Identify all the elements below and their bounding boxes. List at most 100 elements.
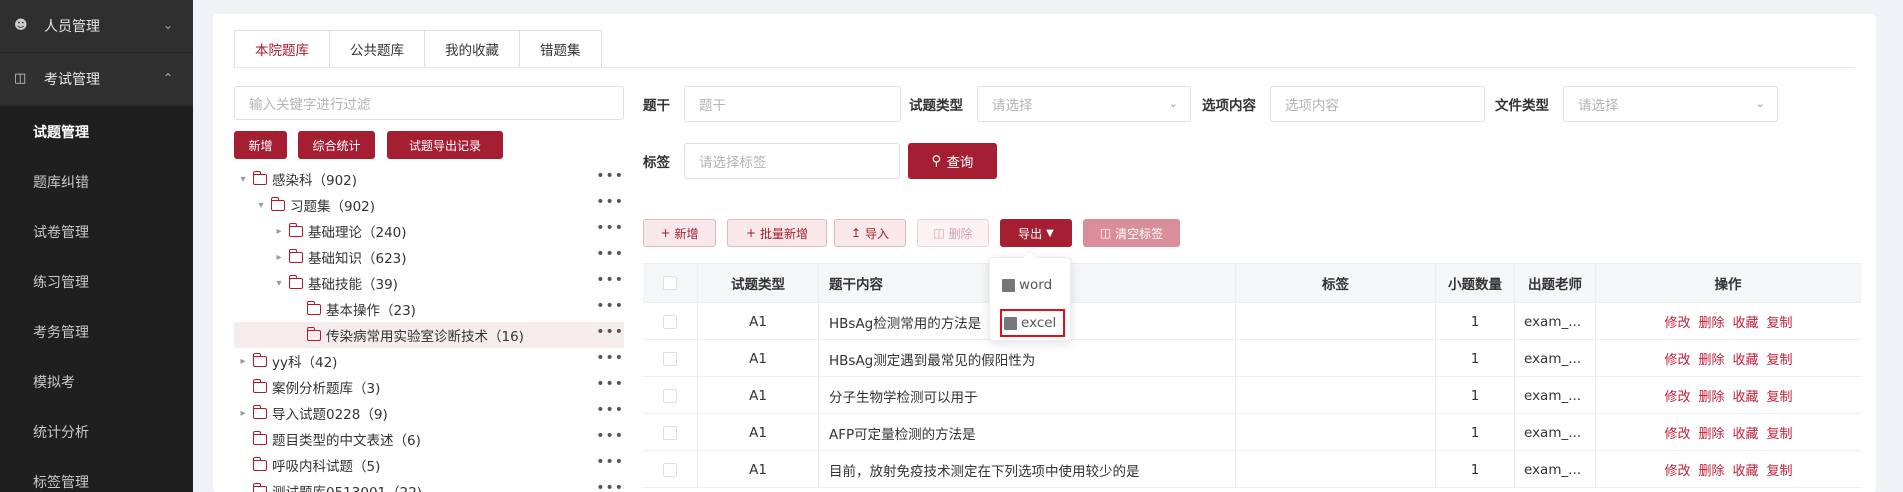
tree-node[interactable]: 题目类型的中文表述（6) ••• bbox=[234, 426, 624, 452]
more-icon[interactable]: ••• bbox=[596, 400, 624, 426]
more-icon[interactable]: ••• bbox=[596, 374, 624, 400]
edit-link[interactable]: 修改 bbox=[1664, 423, 1690, 442]
favorite-link[interactable]: 收藏 bbox=[1733, 423, 1759, 442]
add-category-button[interactable]: 新增 bbox=[234, 131, 287, 159]
caret-right-icon[interactable]: ▸ bbox=[236, 356, 250, 367]
type-select[interactable]: 请选择 ⌄ bbox=[977, 86, 1191, 122]
delete-link[interactable]: 删除 bbox=[1698, 460, 1724, 479]
copy-link[interactable]: 复制 bbox=[1767, 423, 1793, 442]
delete-link[interactable]: 删除 bbox=[1698, 423, 1724, 442]
caret-right-icon[interactable]: ▸ bbox=[236, 408, 250, 419]
more-icon[interactable]: ••• bbox=[596, 478, 624, 492]
caret-right-icon[interactable]: ▸ bbox=[272, 226, 286, 237]
export-dropdown-button[interactable]: 导出 ▼ bbox=[1000, 219, 1072, 247]
more-icon[interactable]: ••• bbox=[596, 244, 624, 270]
tree-node[interactable]: ▾ 习题集（902) ••• bbox=[234, 192, 624, 218]
sidebar-item-bank-correction[interactable]: 题库纠错 bbox=[0, 157, 193, 207]
edit-link[interactable]: 修改 bbox=[1664, 349, 1690, 368]
copy-link[interactable]: 复制 bbox=[1767, 312, 1793, 331]
tree-node[interactable]: 案例分析题库（3) ••• bbox=[234, 374, 624, 400]
edit-link[interactable]: 修改 bbox=[1664, 460, 1690, 479]
tree-filter-input[interactable]: 输入关键字进行过滤 bbox=[234, 86, 624, 120]
clear-tags-button[interactable]: ◫ 清空标签 bbox=[1083, 219, 1180, 247]
more-icon[interactable]: ••• bbox=[596, 218, 624, 244]
more-icon[interactable]: ••• bbox=[596, 322, 624, 348]
select-all-checkbox[interactable] bbox=[663, 276, 677, 290]
tag-select[interactable]: 请选择标签 bbox=[684, 143, 900, 179]
import-button[interactable]: ↥ 导入 bbox=[834, 219, 906, 247]
tree-node[interactable]: 基本操作（23) ••• bbox=[234, 296, 624, 322]
batch-add-button[interactable]: + 批量新增 bbox=[727, 219, 827, 247]
favorite-link[interactable]: 收藏 bbox=[1733, 349, 1759, 368]
tree-node[interactable]: ▸ 基础知识（623) ••• bbox=[234, 244, 624, 270]
table-row[interactable]: A1 HBsAg检测常用的方法是 1 exam_... 修改 删除 收藏 复制 bbox=[643, 303, 1861, 340]
more-icon[interactable]: ••• bbox=[596, 192, 624, 218]
sidebar-item-tag-manage[interactable]: 标签管理 bbox=[0, 457, 193, 492]
edit-link[interactable]: 修改 bbox=[1664, 312, 1690, 331]
sidebar-item-practice-manage[interactable]: 练习管理 bbox=[0, 257, 193, 307]
export-word-item[interactable]: word bbox=[1002, 273, 1052, 297]
sidebar-group-exam[interactable]: ◫ 考试管理 ⌃ bbox=[0, 53, 193, 105]
tree-node[interactable]: 呼吸内科试题（5) ••• bbox=[234, 452, 624, 478]
delete-link[interactable]: 删除 bbox=[1698, 349, 1724, 368]
favorite-link[interactable]: 收藏 bbox=[1733, 312, 1759, 331]
table-row[interactable]: A1 分子生物学检测可以用于 1 exam_... 修改 删除 收藏 复制 bbox=[643, 377, 1861, 414]
tab-hospital-bank[interactable]: 本院题库 bbox=[234, 30, 329, 68]
book-icon: ◫ bbox=[14, 71, 27, 86]
type-select-value: 请选择 bbox=[992, 98, 1033, 114]
tree-node[interactable]: ▸ yy科（42) ••• bbox=[234, 348, 624, 374]
tree-node[interactable]: ▾ 感染科（902) ••• bbox=[234, 166, 624, 192]
more-icon[interactable]: ••• bbox=[596, 270, 624, 296]
option-input[interactable]: 选项内容 bbox=[1270, 86, 1485, 122]
copy-link[interactable]: 复制 bbox=[1767, 460, 1793, 479]
copy-link[interactable]: 复制 bbox=[1767, 349, 1793, 368]
tree-node[interactable]: ▸ 基础理论（240) ••• bbox=[234, 218, 624, 244]
add-button[interactable]: + 新增 bbox=[643, 219, 716, 247]
overall-stats-button[interactable]: 综合统计 bbox=[298, 131, 375, 159]
caret-down-icon[interactable]: ▾ bbox=[272, 278, 286, 289]
stem-input[interactable]: 题干 bbox=[684, 86, 901, 122]
edit-link[interactable]: 修改 bbox=[1664, 386, 1690, 405]
favorite-link[interactable]: 收藏 bbox=[1733, 386, 1759, 405]
caret-down-icon[interactable]: ▾ bbox=[236, 174, 250, 185]
favorite-link[interactable]: 收藏 bbox=[1733, 460, 1759, 479]
sidebar-item-exam-affairs[interactable]: 考务管理 bbox=[0, 307, 193, 357]
tab-public-bank[interactable]: 公共题库 bbox=[329, 30, 424, 68]
more-icon[interactable]: ••• bbox=[596, 452, 624, 478]
tab-my-favorites[interactable]: 我的收藏 bbox=[424, 30, 519, 68]
table-row[interactable]: A1 HBsAg测定遇到最常见的假阳性为 1 exam_... 修改 删除 收藏 复制 bbox=[643, 340, 1861, 377]
sidebar-item-question-manage[interactable]: 试题管理 bbox=[0, 107, 193, 157]
caret-down-icon[interactable]: ▾ bbox=[254, 200, 268, 211]
sidebar-item-statistics[interactable]: 统计分析 bbox=[0, 407, 193, 457]
tab-wrong-set[interactable]: 错题集 bbox=[519, 30, 602, 68]
export-records-button[interactable]: 试题导出记录 bbox=[387, 131, 503, 159]
table-row[interactable]: A1 AFP可定量检测的方法是 1 exam_... 修改 删除 收藏 复制 bbox=[643, 414, 1861, 451]
row-checkbox[interactable] bbox=[663, 425, 677, 440]
row-checkbox[interactable] bbox=[663, 314, 677, 329]
delete-button[interactable]: ◫ 删除 bbox=[917, 219, 989, 247]
tree-node-selected[interactable]: 传染病常用实验室诊断技术（16) ••• bbox=[234, 322, 624, 348]
tree-node[interactable]: ▸ 导入试题0228（9) ••• bbox=[234, 400, 624, 426]
row-checkbox[interactable] bbox=[663, 351, 677, 366]
filetype-select[interactable]: 请选择 ⌄ bbox=[1563, 86, 1778, 122]
query-button[interactable]: ⚲ 查询 bbox=[908, 143, 997, 179]
export-excel-item[interactable]: excel bbox=[1000, 309, 1065, 337]
more-icon[interactable]: ••• bbox=[596, 426, 624, 452]
row-checkbox[interactable] bbox=[663, 388, 677, 403]
sidebar-group-people[interactable]: ☻ 人员管理 ⌄ bbox=[0, 0, 193, 52]
copy-link[interactable]: 复制 bbox=[1767, 386, 1793, 405]
tree-node[interactable]: 测试题库0513001（22) ••• bbox=[234, 478, 624, 492]
app: ☻ 人员管理 ⌄ ◫ 考试管理 ⌃ 试题管理 题库纠错 试卷管理 练习管理 考务… bbox=[0, 0, 1903, 492]
row-checkbox[interactable] bbox=[663, 462, 677, 477]
delete-link[interactable]: 删除 bbox=[1698, 386, 1724, 405]
more-icon[interactable]: ••• bbox=[596, 166, 624, 192]
caret-right-icon[interactable]: ▸ bbox=[272, 252, 286, 263]
table-row[interactable]: A1 目前，放射免疫技术测定在下列选项中使用较少的是 1 exam_... 修改… bbox=[643, 451, 1861, 488]
sidebar-item-mock-exam[interactable]: 模拟考 bbox=[0, 357, 193, 407]
delete-link[interactable]: 删除 bbox=[1698, 312, 1724, 331]
sidebar-item-paper-manage[interactable]: 试卷管理 bbox=[0, 207, 193, 257]
more-icon[interactable]: ••• bbox=[596, 348, 624, 374]
batch-add-label: 批量新增 bbox=[760, 226, 809, 241]
more-icon[interactable]: ••• bbox=[596, 296, 624, 322]
tree-node[interactable]: ▾ 基础技能（39) ••• bbox=[234, 270, 624, 296]
